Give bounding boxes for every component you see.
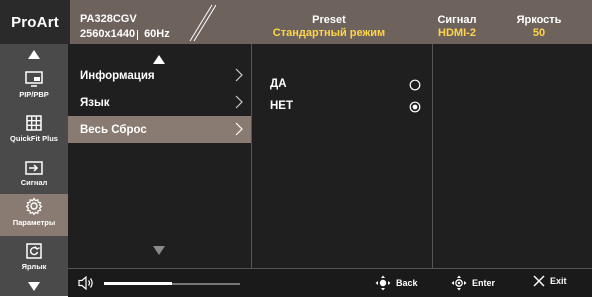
volume-slider-fill (104, 282, 172, 285)
preset-label: Preset (312, 14, 346, 26)
osd-header: ProArt PA328CGV 2560x1440 60Hz Preset Ст… (0, 0, 592, 44)
brightness-status: Яркость 50 (504, 14, 574, 40)
back-label: Back (396, 278, 418, 288)
enter-label: Enter (472, 278, 496, 288)
menu-item-language[interactable]: Язык (68, 89, 251, 116)
osd-footer: Back Enter Exit (68, 268, 592, 297)
refresh-rate: 60Hz (144, 28, 170, 40)
option-label: ДА (270, 78, 287, 90)
brightness-label: Яркость (516, 14, 562, 26)
pip-icon (25, 68, 43, 87)
sidebar-item-shortcut[interactable]: Ярлык (0, 240, 68, 278)
volume-icon (78, 276, 93, 290)
signal-label: Сигнал (437, 14, 477, 26)
exit-hint: Exit (533, 275, 567, 287)
chevron-right-icon (235, 68, 243, 82)
brightness-value: 50 (532, 27, 546, 39)
menu-item-all-reset[interactable]: Весь Сброс (68, 116, 251, 143)
category-sidebar: PIP/PBP QuickFit Plus Сигнал Параметры Я (0, 44, 68, 296)
monitor-osd: ProArt PA328CGV 2560x1440 60Hz Preset Ст… (0, 0, 592, 297)
joystick-left-icon (375, 275, 391, 291)
settings-menu: Информация Язык Весь Сброс (68, 44, 251, 268)
preset-value: Стандартный режим (272, 27, 386, 39)
radio-checked-icon[interactable] (409, 101, 421, 113)
radio-unchecked-icon[interactable] (409, 79, 421, 91)
sidebar-item-label: Параметры (12, 218, 56, 227)
back-hint: Back (375, 275, 418, 291)
chevron-right-icon (235, 95, 243, 109)
chevron-right-icon (235, 122, 243, 136)
option-label: НЕТ (270, 100, 293, 112)
enter-hint: Enter (451, 275, 495, 291)
sidebar-scroll-down-icon[interactable] (0, 282, 68, 291)
preset-status: Preset Стандартный режим (244, 14, 414, 40)
joystick-press-icon (451, 275, 467, 291)
option-no[interactable]: НЕТ (252, 96, 432, 118)
header-slash-divider (189, 4, 216, 42)
menu-item-label: Язык (80, 96, 110, 109)
sidebar-item-quickfit-plus[interactable]: QuickFit Plus (0, 112, 68, 150)
sidebar-item-label: Ярлык (21, 262, 47, 271)
option-yes[interactable]: ДА (252, 74, 432, 96)
exit-label: Exit (550, 276, 567, 286)
sidebar-item-pip-pbp[interactable]: PIP/PBP (0, 68, 68, 106)
input-icon (25, 156, 43, 175)
reset-options-panel: ДА НЕТ (252, 44, 432, 268)
gear-icon (25, 196, 43, 215)
sidebar-item-label: PIP/PBP (19, 90, 49, 99)
grid-icon (26, 112, 42, 131)
sidebar-scroll-up-icon[interactable] (0, 50, 68, 59)
menu-item-information[interactable]: Информация (68, 62, 251, 89)
resolution-separator (137, 29, 139, 40)
menu-scroll-down-icon[interactable] (153, 242, 165, 260)
signal-value: HDMI-2 (438, 27, 476, 39)
sidebar-item-signal[interactable]: Сигнал (0, 156, 68, 194)
model-name: PA328CGV (80, 13, 137, 25)
brand-logo: ProArt (0, 0, 70, 44)
signal-status: Сигнал HDMI-2 (428, 14, 486, 40)
sidebar-item-label: QuickFit Plus (10, 134, 58, 143)
model-info: PA328CGV 2560x1440 60Hz (80, 12, 170, 42)
menu-item-label: Весь Сброс (80, 123, 147, 136)
sidebar-item-parameters[interactable]: Параметры (0, 194, 68, 236)
shortcut-icon (26, 240, 42, 259)
sidebar-item-label: Сигнал (20, 178, 48, 187)
resolution: 2560x1440 (80, 28, 136, 40)
menu-item-label: Информация (80, 69, 155, 82)
sub-options-panel (433, 44, 592, 268)
close-icon (533, 275, 545, 287)
